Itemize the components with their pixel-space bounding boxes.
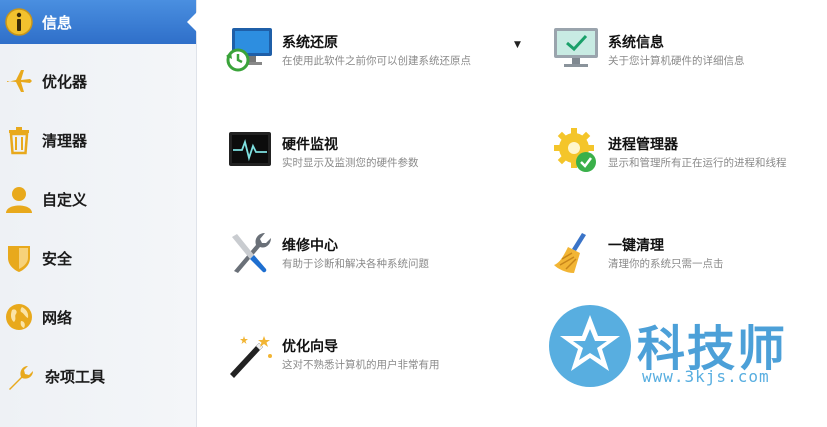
watermark: 科技师 www.3kjs.com <box>547 303 807 393</box>
tool-description: 显示和管理所有正在运行的进程和线程 <box>608 157 787 169</box>
sidebar-item-label: 安全 <box>42 250 73 268</box>
hardware-monitor-icon <box>226 128 274 176</box>
tool-repair-center[interactable]: 维修中心 有助于诊断和解决各种系统问题 <box>226 229 526 281</box>
sidebar-item-label: 网络 <box>42 309 73 327</box>
tool-one-click-clean[interactable]: 一键清理 清理你的系统只需一点击 <box>552 229 827 281</box>
process-manager-icon <box>552 128 600 176</box>
sidebar-item-label: 信息 <box>42 14 73 32</box>
tool-system-info[interactable]: 系统信息 关于您计算机硬件的详细信息 <box>552 26 827 78</box>
sidebar-item-network[interactable]: 网络 <box>0 295 196 339</box>
sidebar-item-label: 自定义 <box>42 191 88 209</box>
tool-title: 一键清理 <box>608 238 664 254</box>
tool-description: 实时显示及监测您的硬件参数 <box>282 157 419 169</box>
airplane-icon <box>3 65 35 97</box>
tool-title: 系统信息 <box>608 35 664 51</box>
tool-description: 关于您计算机硬件的详细信息 <box>608 55 745 67</box>
optimization-wizard-icon <box>226 330 274 378</box>
tool-description: 清理你的系统只需一点击 <box>608 258 724 270</box>
sidebar-item-misc-tools[interactable]: 杂项工具 <box>0 354 196 398</box>
sidebar-item-customize[interactable]: 自定义 <box>0 177 196 221</box>
trash-icon <box>3 124 35 156</box>
dropdown-arrow-icon[interactable]: ▼ <box>514 40 521 50</box>
tool-title: 系统还原 <box>282 35 338 51</box>
system-restore-icon <box>226 26 274 74</box>
watermark-star-logo-icon <box>547 303 633 393</box>
sidebar-item-info[interactable]: 信息 <box>0 0 197 44</box>
repair-center-icon <box>226 229 274 277</box>
user-icon <box>3 183 35 215</box>
sidebar-item-cleaner[interactable]: 清理器 <box>0 118 196 162</box>
tool-system-restore[interactable]: 系统还原 在使用此软件之前你可以创建系统还原点 <box>226 26 526 78</box>
tool-title: 优化向导 <box>282 339 338 355</box>
system-info-icon <box>552 26 600 74</box>
info-icon <box>3 6 35 38</box>
tool-description: 在使用此软件之前你可以创建系统还原点 <box>282 55 471 67</box>
tool-description: 这对不熟悉计算机的用户非常有用 <box>282 359 440 371</box>
tool-hardware-monitor[interactable]: 硬件监视 实时显示及监测您的硬件参数 <box>226 128 526 180</box>
sidebar-item-label: 优化器 <box>42 73 88 91</box>
tool-title: 维修中心 <box>282 238 338 254</box>
watermark-url-text: www.3kjs.com <box>642 367 770 386</box>
sidebar-item-label: 清理器 <box>42 132 88 150</box>
tool-optimization-wizard[interactable]: 优化向导 这对不熟悉计算机的用户非常有用 <box>226 330 526 382</box>
wrench-icon <box>3 360 35 392</box>
shield-icon <box>3 242 35 274</box>
sidebar-item-optimizer[interactable]: 优化器 <box>0 59 196 103</box>
sidebar-item-security[interactable]: 安全 <box>0 236 196 280</box>
tool-title: 进程管理器 <box>608 137 678 153</box>
sidebar-item-label: 杂项工具 <box>45 368 106 386</box>
tool-description: 有助于诊断和解决各种系统问题 <box>282 258 429 270</box>
globe-icon <box>3 301 35 333</box>
sidebar: 信息 优化器 清理器 自定义 安全 网络 杂项工具 <box>0 0 197 427</box>
tool-process-manager[interactable]: 进程管理器 显示和管理所有正在运行的进程和线程 <box>552 128 827 180</box>
tool-title: 硬件监视 <box>282 137 338 153</box>
one-click-clean-icon <box>552 229 600 277</box>
